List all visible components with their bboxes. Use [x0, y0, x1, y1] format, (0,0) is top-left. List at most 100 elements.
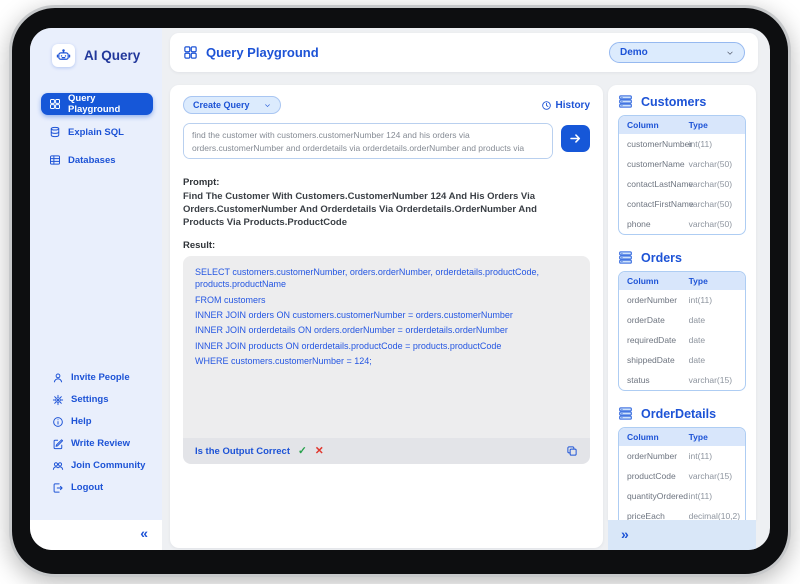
- database-stack-icon: [619, 251, 632, 264]
- schema-table-header: Column Type: [619, 272, 745, 290]
- schema-panel-footer: »: [608, 520, 756, 550]
- copy-sql-button[interactable]: [566, 445, 578, 457]
- schema-heading: Orders: [618, 250, 746, 265]
- workspace-dropdown[interactable]: Demo: [609, 42, 745, 63]
- sql-line: INNER JOIN orders ON customers.customerN…: [195, 310, 513, 321]
- sidebar-item-label: Join Community: [71, 460, 146, 471]
- app-logo: AI Query: [52, 44, 162, 67]
- page-title: Query Playground: [206, 45, 319, 60]
- logout-icon: [53, 482, 63, 493]
- schema-heading: OrderDetails: [618, 406, 746, 421]
- sidebar-item-query-playground[interactable]: Query Playground: [41, 93, 153, 115]
- sidebar-item-invite-people[interactable]: Invite People: [52, 371, 145, 384]
- sql-line: INNER JOIN orderdetails ON orders.orderN…: [195, 325, 508, 336]
- database-stack-icon: [619, 407, 632, 420]
- grid-icon: [184, 46, 197, 59]
- schema-table-name: Orders: [641, 250, 682, 265]
- header-bar: Query Playground Demo: [170, 33, 758, 72]
- table-row: customerName varchar(50): [627, 159, 733, 169]
- schema-table-name: OrderDetails: [641, 406, 717, 421]
- schema-table: Column Type orderNumber int(11) orderDate…: [618, 271, 746, 391]
- info-icon: [53, 416, 63, 427]
- create-query-label: Create Query: [193, 100, 250, 110]
- table-row: quantityOrdered int(11): [627, 491, 713, 501]
- create-query-dropdown[interactable]: Create Query: [183, 96, 281, 114]
- type-header: Type: [688, 120, 708, 130]
- sidebar-nav: Query Playground Explain SQL Databases: [30, 93, 162, 171]
- table-row: orderNumber int(11): [627, 451, 713, 461]
- schema-panel-expand-button[interactable]: »: [621, 526, 629, 542]
- sql-line: SELECT customers.customerNumber, orders.…: [195, 267, 539, 290]
- table-row: phone varchar(50): [627, 219, 733, 229]
- sidebar-item-label: Invite People: [71, 372, 130, 383]
- sidebar-item-help[interactable]: Help: [52, 415, 145, 428]
- page-title-wrap: Query Playground: [183, 45, 319, 60]
- table-row: status varchar(15): [627, 375, 733, 385]
- database-icon: [50, 126, 60, 138]
- workspace-dropdown-value: Demo: [620, 47, 648, 58]
- column-header: Column: [627, 120, 659, 130]
- person-icon: [53, 373, 63, 382]
- sidebar-item-label: Write Review: [71, 438, 130, 449]
- app-title: AI Query: [84, 48, 141, 63]
- gear-icon: [52, 394, 64, 405]
- sidebar: AI Query Query Playground Explain SQL Da…: [30, 28, 162, 520]
- table-row: orderNumber int(11): [627, 295, 713, 305]
- sidebar-item-databases[interactable]: Databases: [41, 149, 153, 171]
- column-header: Column: [627, 432, 659, 442]
- sidebar-item-label: Explain SQL: [68, 126, 124, 138]
- table-row: customerNumber int(11): [627, 139, 713, 149]
- people-icon: [52, 461, 64, 470]
- schema-table-header: Column Type: [619, 428, 745, 446]
- type-header: Type: [688, 432, 708, 442]
- sidebar-item-label: Settings: [71, 394, 109, 405]
- sidebar-item-logout[interactable]: Logout: [52, 481, 145, 494]
- feedback-bar: Is the Output Correct ✓ ✕: [183, 438, 590, 465]
- sidebar-item-label: Help: [71, 416, 92, 427]
- result-label: Result:: [183, 240, 216, 252]
- history-label: History: [555, 99, 590, 111]
- sidebar-item-explain-sql[interactable]: Explain SQL: [41, 121, 153, 143]
- table-icon: [50, 155, 60, 165]
- schema-section-orders: Orders Column Type orderNumber int(11) or…: [618, 250, 746, 391]
- prompt-label: Prompt:: [183, 177, 220, 188]
- send-arrow-icon: [570, 134, 581, 143]
- sidebar-collapse-button[interactable]: «: [140, 525, 148, 541]
- tablet-frame: AI Query Query Playground Explain SQL Da…: [9, 5, 791, 577]
- schema-heading: Customers: [618, 94, 746, 109]
- database-stack-icon: [619, 95, 632, 108]
- prompt-text: Find The Customer With Customers.Custome…: [183, 191, 537, 228]
- schema-table: Column Type orderNumber int(11) productCo…: [618, 427, 746, 520]
- feedback-correct-button[interactable]: ✓: [298, 445, 307, 457]
- type-header: Type: [688, 276, 708, 286]
- robot-logo-icon: [52, 44, 75, 67]
- column-header: Column: [627, 276, 659, 286]
- send-query-button[interactable]: [561, 125, 590, 152]
- sql-line: INNER JOIN products ON orderdetails.prod…: [195, 340, 502, 351]
- app-screen: AI Query Query Playground Explain SQL Da…: [30, 28, 770, 550]
- query-playground-panel: Create Query History find the customer w…: [170, 85, 603, 548]
- table-row: contactFirstName varchar(50): [627, 199, 733, 209]
- copy-icon: [567, 446, 577, 457]
- schema-table-header: Column Type: [619, 116, 745, 134]
- chevron-down-icon: [264, 103, 270, 107]
- table-row: orderDate date: [627, 315, 706, 325]
- query-input[interactable]: find the customer with customers.custome…: [183, 123, 553, 159]
- sql-result-box: SELECT customers.customerNumber, orders.…: [183, 256, 590, 439]
- sidebar-item-settings[interactable]: Settings: [52, 393, 145, 406]
- table-row: requiredDate date: [627, 335, 706, 345]
- schema-table-name: Customers: [641, 94, 707, 109]
- sidebar-item-label: Query Playground: [68, 93, 121, 115]
- feedback-incorrect-button[interactable]: ✕: [315, 445, 324, 457]
- history-button[interactable]: History: [541, 100, 590, 111]
- sidebar-item-write-review[interactable]: Write Review: [52, 437, 145, 450]
- sidebar-bottom-strip: «: [30, 520, 162, 550]
- chevron-down-icon: [727, 51, 733, 55]
- schema-section-orderdetails: OrderDetails Column Type orderNumber int(…: [618, 406, 746, 520]
- table-row: productCode varchar(15): [627, 471, 733, 481]
- schema-table: Column Type customerNumber int(11) custom…: [618, 115, 746, 235]
- sidebar-item-join-community[interactable]: Join Community: [52, 459, 145, 472]
- pencil-icon: [53, 438, 64, 449]
- sql-line: FROM customers: [195, 294, 266, 305]
- schema-panel: Customers Column Type customerNumber int(…: [608, 85, 756, 520]
